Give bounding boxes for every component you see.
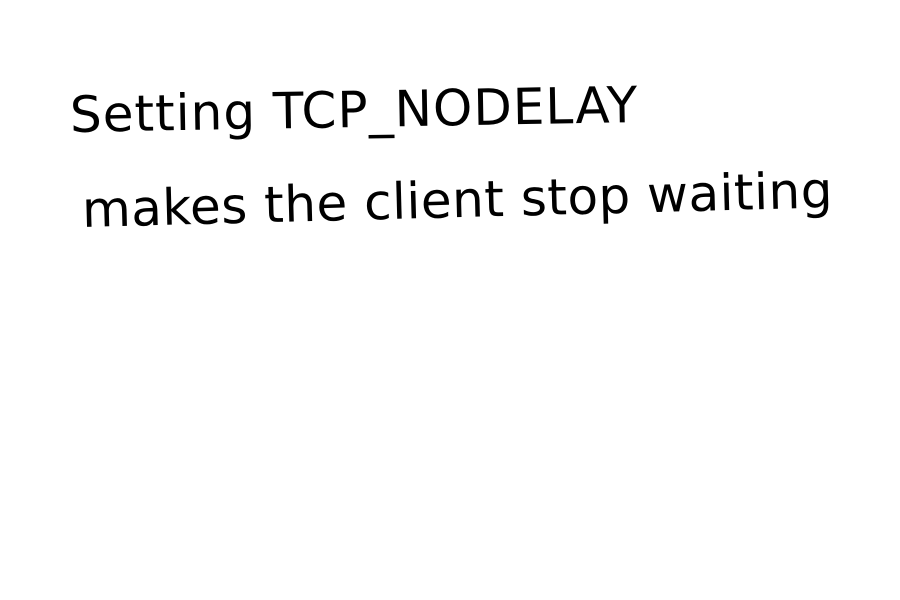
handwritten-note-line-1: Setting TCP_NODELAY: [69, 76, 639, 144]
handwritten-note-line-2: makes the client stop waiting: [81, 161, 834, 239]
whiteboard-canvas: Setting TCP_NODELAY makes the client sto…: [0, 0, 900, 600]
